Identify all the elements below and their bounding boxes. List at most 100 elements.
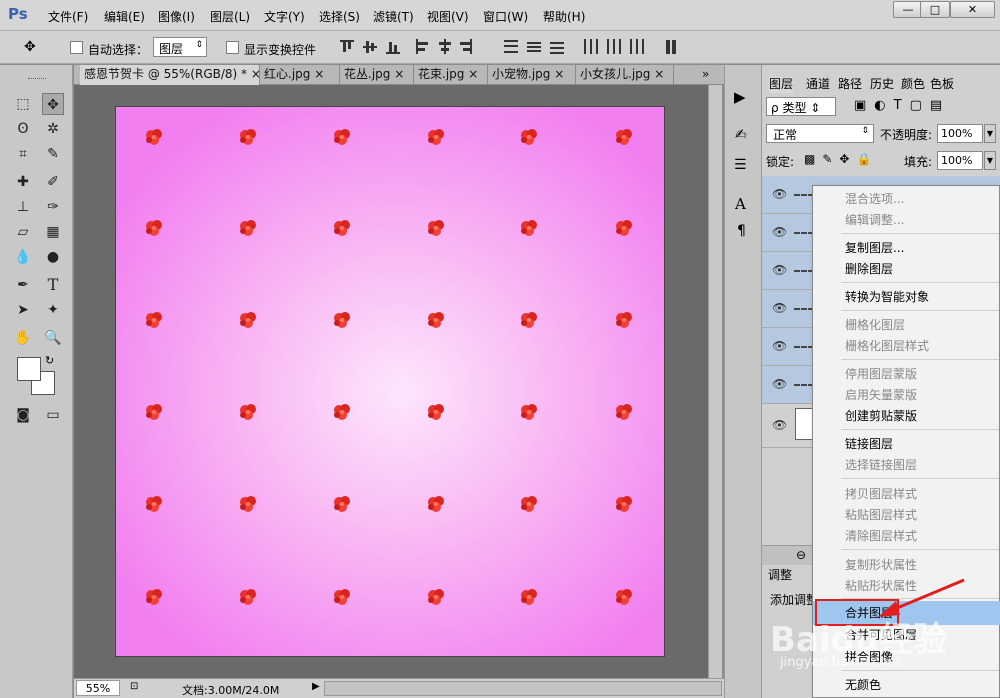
auto-select-checkbox[interactable] bbox=[70, 41, 83, 54]
menu-item-convert-smart-object[interactable]: 转换为智能对象 bbox=[845, 287, 929, 307]
panel-tab-swatches[interactable]: 色板 bbox=[930, 77, 954, 93]
panel-tab-adjustments[interactable]: 调整 bbox=[768, 568, 792, 584]
filter-kind-dropdown[interactable]: ρ 类型 ⇕ bbox=[766, 97, 836, 116]
panel-tab-channels[interactable]: 通道 bbox=[806, 77, 830, 93]
eye-icon[interactable]: 👁 bbox=[772, 418, 787, 432]
history-brush-icon[interactable]: ✑ bbox=[42, 196, 64, 218]
fill-field[interactable]: 100% bbox=[937, 151, 983, 170]
eye-icon[interactable]: 👁 bbox=[772, 225, 787, 239]
status-info-icon[interactable]: ⊡ bbox=[130, 681, 138, 692]
gradient-tool-icon[interactable]: ▦ bbox=[42, 221, 64, 243]
brush-tool-icon[interactable]: ✐ bbox=[42, 171, 64, 193]
menu-image[interactable]: 图像(I) bbox=[158, 8, 195, 25]
menu-view[interactable]: 视图(V) bbox=[427, 8, 469, 25]
menu-item-clear-layer-style[interactable]: 清除图层样式 bbox=[845, 526, 917, 546]
eye-icon[interactable]: 👁 bbox=[772, 263, 787, 277]
menu-file[interactable]: 文件(F) bbox=[48, 8, 88, 25]
panel-tab-color[interactable]: 颜色 bbox=[901, 77, 925, 93]
tool-presets-icon[interactable]: ☰ bbox=[734, 157, 747, 173]
eraser-tool-icon[interactable]: ▱ bbox=[12, 221, 34, 243]
panel-tab-layers[interactable]: 图层 bbox=[769, 77, 794, 93]
menu-item-blending-options[interactable]: 混合选项... bbox=[845, 189, 904, 209]
tab-overflow-icon[interactable]: » bbox=[698, 65, 713, 85]
move-tool-icon[interactable]: ✥ bbox=[24, 39, 36, 55]
menu-item-rasterize-layer[interactable]: 栅格化图层 bbox=[845, 315, 905, 335]
actions-play-icon[interactable]: ▶ bbox=[734, 88, 746, 106]
align-distribute-icons[interactable] bbox=[340, 39, 685, 57]
zoom-tool-icon[interactable]: 🔍 bbox=[42, 327, 64, 349]
menu-item-no-color[interactable]: 无颜色 bbox=[845, 675, 881, 695]
status-menu-arrow-icon[interactable]: ▶ bbox=[312, 681, 320, 692]
horizontal-scrollbar[interactable] bbox=[324, 681, 722, 696]
shape-tool-icon[interactable]: ✦ bbox=[42, 299, 64, 321]
type-tool-icon[interactable]: T bbox=[42, 274, 64, 296]
move-tool-button-icon[interactable]: ✥ bbox=[42, 93, 64, 115]
crop-tool-icon[interactable]: ⌗ bbox=[12, 143, 34, 165]
panel-tab-history[interactable]: 历史 bbox=[870, 77, 894, 93]
menu-item-delete-layer[interactable]: 删除图层 bbox=[845, 259, 893, 279]
menu-edit[interactable]: 编辑(E) bbox=[104, 8, 145, 25]
minimize-button[interactable]: — bbox=[893, 1, 923, 18]
fill-chevron-icon[interactable]: ▼ bbox=[984, 151, 996, 170]
menu-item-copy-shape-attributes[interactable]: 复制形状属性 bbox=[845, 555, 917, 575]
menu-item-paste-layer-style[interactable]: 粘贴图层样式 bbox=[845, 505, 917, 525]
eye-icon[interactable]: 👁 bbox=[772, 377, 787, 391]
marquee-tool-icon[interactable]: ⬚ bbox=[12, 93, 34, 115]
magic-wand-icon[interactable]: ✲ bbox=[42, 118, 64, 140]
blur-tool-icon[interactable]: 💧 bbox=[12, 246, 34, 268]
document-canvas[interactable] bbox=[116, 107, 664, 656]
eye-icon[interactable]: 👁 bbox=[772, 301, 787, 315]
tab-hongxin[interactable]: 红心.jpg × bbox=[260, 65, 340, 85]
menu-item-link-layers[interactable]: 链接图层 bbox=[845, 434, 893, 454]
menu-item-rasterize-layer-style[interactable]: 栅格化图层样式 bbox=[845, 336, 929, 356]
menu-item-duplicate-layer[interactable]: 复制图层... bbox=[845, 238, 904, 258]
tab-huashu[interactable]: 花束.jpg × bbox=[414, 65, 488, 85]
menu-item-enable-vector-mask[interactable]: 启用矢量蒙版 bbox=[845, 385, 917, 405]
layer-filter-icons[interactable]: ▣◐T▢▤ bbox=[854, 98, 950, 113]
lock-icons[interactable]: ▩✎✥🔒 bbox=[804, 152, 878, 166]
healing-brush-icon[interactable]: ✚ bbox=[12, 171, 34, 193]
quick-mask-icon[interactable]: ◙ bbox=[12, 404, 34, 426]
hand-tool-icon[interactable]: ✋ bbox=[12, 327, 34, 349]
paragraph-panel-icon[interactable]: ¶ bbox=[737, 223, 746, 239]
tab-xiaochongwu[interactable]: 小宠物.jpg × bbox=[488, 65, 576, 85]
dodge-tool-icon[interactable]: ● bbox=[42, 246, 64, 268]
lasso-tool-icon[interactable]: ʘ bbox=[12, 118, 34, 140]
link-layers-icon[interactable]: ⊖ bbox=[796, 548, 806, 562]
menu-item-create-clipping-mask[interactable]: 创建剪贴蒙版 bbox=[845, 406, 917, 426]
menu-item-edit-adjustment[interactable]: 编辑调整... bbox=[845, 210, 904, 230]
eye-icon[interactable]: 👁 bbox=[772, 339, 787, 353]
panel-tab-paths[interactable]: 路径 bbox=[838, 77, 862, 93]
opacity-chevron-icon[interactable]: ▼ bbox=[984, 124, 996, 143]
pen-tool-icon[interactable]: ✒ bbox=[12, 274, 34, 296]
menu-select[interactable]: 选择(S) bbox=[319, 8, 360, 25]
show-transform-checkbox[interactable] bbox=[226, 41, 239, 54]
path-select-icon[interactable]: ➤ bbox=[12, 299, 34, 321]
stamp-tool-icon[interactable]: ⊥ bbox=[12, 196, 34, 218]
menu-filter[interactable]: 滤镜(T) bbox=[373, 8, 414, 25]
zoom-field[interactable]: 55% bbox=[76, 680, 120, 696]
eyedropper-icon[interactable]: ✎ bbox=[42, 143, 64, 165]
close-button[interactable]: ✕ bbox=[950, 1, 995, 18]
menu-help[interactable]: 帮助(H) bbox=[543, 8, 585, 25]
menu-layer[interactable]: 图层(L) bbox=[210, 8, 250, 25]
maximize-button[interactable]: □ bbox=[920, 1, 950, 18]
screen-mode-icon[interactable]: ▭ bbox=[42, 404, 64, 426]
foreground-color-swatch[interactable] bbox=[17, 357, 41, 381]
brush-presets-icon[interactable]: ✍ bbox=[735, 127, 747, 143]
menu-window[interactable]: 窗口(W) bbox=[483, 8, 528, 25]
tab-active-document[interactable]: 感恩节贺卡 @ 55%(RGB/8) * × bbox=[80, 65, 261, 85]
eye-icon[interactable]: 👁 bbox=[772, 187, 787, 201]
menu-item-copy-layer-style[interactable]: 拷贝图层样式 bbox=[845, 484, 917, 504]
opacity-field[interactable]: 100% bbox=[937, 124, 983, 143]
blend-mode-dropdown[interactable]: 正常 ⇕ bbox=[766, 124, 874, 143]
vertical-scrollbar[interactable] bbox=[708, 85, 722, 678]
tab-xiaonvhaier[interactable]: 小女孩儿.jpg × bbox=[576, 65, 674, 85]
auto-select-dropdown[interactable]: 图层 ⇕ bbox=[153, 37, 207, 57]
character-panel-icon[interactable]: A bbox=[735, 195, 746, 213]
menu-item-select-linked-layers[interactable]: 选择链接图层 bbox=[845, 455, 917, 475]
menu-item-disable-layer-mask[interactable]: 停用图层蒙版 bbox=[845, 364, 917, 384]
swap-colors-icon[interactable]: ↻ bbox=[45, 354, 54, 367]
menu-type[interactable]: 文字(Y) bbox=[264, 8, 305, 25]
tab-huacong[interactable]: 花丛.jpg × bbox=[340, 65, 414, 85]
